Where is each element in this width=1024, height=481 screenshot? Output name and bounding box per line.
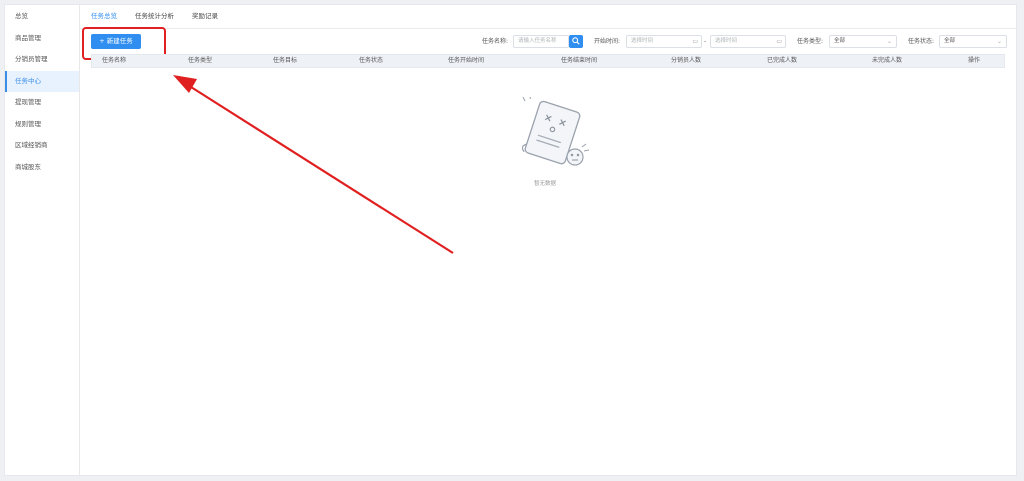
annotation-arrow <box>173 75 454 254</box>
app-frame: 总览 商品管理 分销员管理 任务中心 提现管理 规则管理 区域经销商 商城股东 … <box>4 4 1017 476</box>
